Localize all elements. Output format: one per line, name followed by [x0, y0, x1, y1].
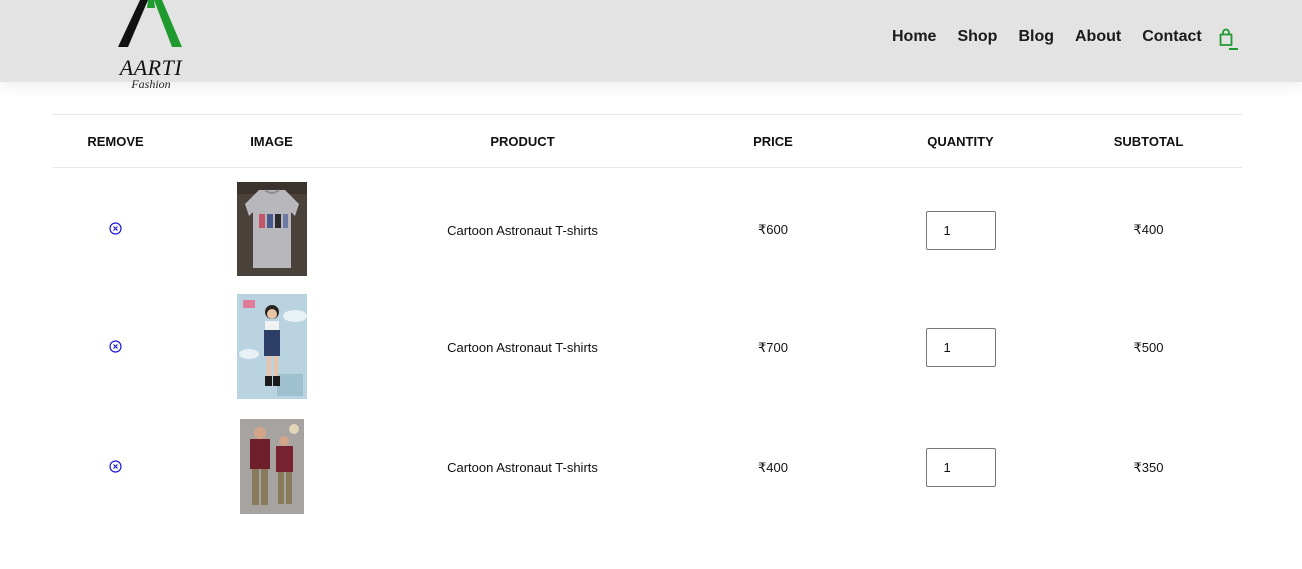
nav-blog[interactable]: Blog: [1018, 27, 1054, 47]
table-row: Cartoon Astronaut T-shirts ₹700 ₹500: [53, 293, 1242, 403]
product-price: ₹600: [758, 222, 788, 238]
product-name[interactable]: Cartoon Astronaut T-shirts: [365, 293, 680, 403]
quantity-input[interactable]: [925, 448, 996, 487]
table-row: Cartoon Astronaut T-shirts ₹600 ₹400: [53, 168, 1242, 293]
shopping-bag-icon[interactable]: [1216, 27, 1240, 51]
table-header-row: REMOVE IMAGE PRODUCT PRICE QUANTITY SUBT…: [53, 114, 1242, 168]
product-name[interactable]: Cartoon Astronaut T-shirts: [365, 403, 680, 533]
cart-table: REMOVE IMAGE PRODUCT PRICE QUANTITY SUBT…: [53, 114, 1242, 533]
product-image[interactable]: [236, 181, 307, 276]
header-image: IMAGE: [250, 133, 293, 149]
product-subtotal: ₹400: [1133, 222, 1164, 238]
product-price: ₹700: [758, 339, 788, 355]
nav-shop[interactable]: Shop: [957, 27, 997, 47]
remove-item-icon[interactable]: [109, 459, 122, 473]
quantity-input[interactable]: [925, 210, 996, 250]
main-nav: Home Shop Blog About Contact: [892, 27, 1223, 47]
nav-home[interactable]: Home: [892, 27, 936, 47]
remove-item-icon[interactable]: [109, 222, 122, 235]
header-quantity: QUANTITY: [927, 133, 994, 149]
header-remove: REMOVE: [87, 133, 144, 149]
brand-logo[interactable]: AARTI Fashion: [108, 0, 192, 92]
logo-mark-icon: [118, 0, 182, 47]
header-product: PRODUCT: [490, 133, 555, 149]
header-price: PRICE: [753, 133, 793, 149]
product-image[interactable]: [239, 418, 304, 514]
header-subtotal: SUBTOTAL: [1113, 133, 1184, 149]
nav-about[interactable]: About: [1075, 27, 1121, 47]
table-row: Cartoon Astronaut T-shirts ₹400 ₹350: [53, 403, 1242, 533]
product-name[interactable]: Cartoon Astronaut T-shirts: [365, 168, 680, 293]
product-subtotal: ₹500: [1133, 339, 1164, 355]
product-price: ₹400: [758, 459, 788, 475]
remove-item-icon[interactable]: [109, 339, 122, 353]
quantity-input[interactable]: [925, 328, 996, 367]
brand-tagline: Fashion: [131, 77, 171, 91]
site-header: AARTI Fashion Home Shop Blog About Conta…: [0, 0, 1302, 91]
nav-contact[interactable]: Contact: [1142, 27, 1202, 47]
product-image[interactable]: [236, 293, 307, 399]
product-subtotal: ₹350: [1133, 459, 1164, 475]
